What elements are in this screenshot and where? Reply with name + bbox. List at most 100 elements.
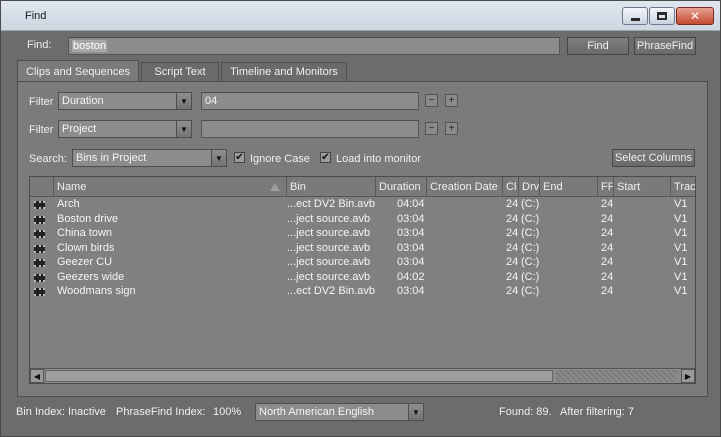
found-count: Found: 89. — [499, 406, 552, 418]
clip-icon — [34, 244, 45, 253]
table-row[interactable]: Boston drive ...ject source.avb 03:04 24… — [30, 212, 695, 228]
results-table: Name Bin Duration Creation Date Cl Drv E… — [29, 176, 696, 384]
chevron-down-icon: ▼ — [176, 93, 191, 109]
column-header-icon[interactable] — [30, 177, 54, 197]
tab-timeline-and-monitors[interactable]: Timeline and Monitors — [221, 62, 347, 81]
search-scope-value: Bins in Project — [76, 152, 147, 164]
table-row[interactable]: China town ...ject source.avb 03:04 24 (… — [30, 227, 695, 242]
column-header-track[interactable]: Trac — [671, 177, 695, 197]
table-row[interactable]: Clown birds ...ject source.avb 03:04 24 … — [30, 241, 695, 257]
filter-add-button-2[interactable]: + — [445, 122, 458, 135]
cell-track: V1 — [674, 212, 688, 225]
find-input-value: boston — [72, 40, 108, 52]
scrollbar-thumb[interactable] — [45, 370, 553, 382]
cell-ff: 24 — [601, 285, 614, 297]
table-row[interactable]: Geezers wide ...ject source.avb 04:02 24… — [30, 270, 695, 286]
cell-name: Geezer CU — [57, 256, 113, 268]
column-header-cl[interactable]: Cl — [503, 177, 519, 197]
cell-bin: ...ect DV2 Bin.avb — [287, 198, 376, 210]
clip-icon — [34, 259, 45, 267]
cell-track: V1 — [674, 270, 688, 283]
find-label: Find: — [27, 39, 52, 51]
tab-clips-and-sequences[interactable]: Clips and Sequences — [17, 60, 139, 82]
table-row[interactable]: Woodmans sign ...ect DV2 Bin.avb 03:04 2… — [30, 285, 695, 300]
minimize-button[interactable] — [622, 7, 648, 25]
minimize-icon — [630, 17, 640, 21]
column-header-end[interactable]: End — [540, 177, 598, 197]
cell-cl: 24 — [506, 212, 519, 225]
cell-name: China town — [57, 227, 113, 239]
scroll-left-icon[interactable]: ◀ — [30, 369, 44, 383]
chevron-down-icon: ▼ — [176, 121, 191, 137]
scroll-right-icon[interactable]: ▶ — [681, 369, 695, 383]
tab-script-text[interactable]: Script Text — [141, 62, 219, 81]
close-button[interactable]: ✕ — [676, 7, 714, 25]
filter-field-value-2: Project — [62, 123, 97, 135]
ignore-case-checkbox[interactable]: ✔ — [234, 152, 245, 163]
phrasefind-index-percent: 100% — [213, 406, 242, 418]
window-title: Find — [25, 10, 47, 22]
column-header-name-label: Name — [57, 181, 87, 193]
clip-icon — [34, 201, 45, 209]
column-header-ff[interactable]: FF — [598, 177, 614, 197]
language-value: North American English — [259, 406, 374, 418]
cell-duration: 03:04 — [397, 256, 425, 268]
filter-field-select-1[interactable]: Duration ▼ — [58, 92, 192, 110]
cell-track: V1 — [674, 227, 688, 239]
title-bar: Find ✕ — [1, 1, 720, 31]
cell-ff: 24 — [601, 198, 614, 210]
column-header-creation-date[interactable]: Creation Date — [427, 177, 503, 197]
cell-cl: 24 — [506, 241, 519, 254]
cell-duration: 03:04 — [397, 285, 425, 297]
cell-bin: ...ject source.avb — [287, 241, 371, 254]
column-header-start[interactable]: Start — [614, 177, 671, 197]
cell-drive: (C:) — [521, 285, 540, 297]
window-controls: ✕ — [621, 7, 714, 25]
cell-name: Arch — [57, 198, 80, 210]
cell-drive: (C:) — [521, 227, 540, 239]
close-icon: ✕ — [689, 9, 701, 23]
cell-track: V1 — [674, 285, 688, 297]
filter-value-input-2[interactable] — [201, 120, 419, 138]
maximize-icon — [657, 12, 667, 20]
filter-add-button-1[interactable]: + — [445, 94, 458, 107]
table-row[interactable]: Geezer CU ...ject source.avb 03:04 24 (C… — [30, 256, 695, 271]
cell-ff: 24 — [601, 256, 614, 268]
find-window: Find ✕ Find: boston Find PhraseFind Clip… — [0, 0, 721, 437]
column-header-drive[interactable]: Drv — [519, 177, 540, 197]
cell-duration: 03:04 — [397, 241, 425, 254]
find-input[interactable]: boston — [68, 37, 560, 55]
after-filtering-count: After filtering: 7 — [560, 406, 634, 418]
load-into-monitor-label: Load into monitor — [336, 153, 421, 165]
search-label: Search: — [29, 153, 67, 165]
find-button[interactable]: Find — [567, 37, 629, 55]
chevron-down-icon: ▼ — [408, 404, 423, 420]
cell-cl: 24 — [506, 198, 519, 210]
cell-name: Boston drive — [57, 212, 119, 225]
select-columns-button[interactable]: Select Columns — [612, 149, 695, 167]
language-select[interactable]: North American English ▼ — [255, 403, 424, 421]
column-header-duration[interactable]: Duration — [376, 177, 427, 197]
table-header: Name Bin Duration Creation Date Cl Drv E… — [30, 177, 695, 197]
search-scope-select[interactable]: Bins in Project ▼ — [72, 149, 227, 167]
cell-ff: 24 — [601, 241, 614, 254]
cell-drive: (C:) — [521, 212, 540, 225]
load-into-monitor-checkbox[interactable]: ✔ — [320, 152, 331, 163]
cell-drive: (C:) — [521, 256, 540, 268]
cell-cl: 24 — [506, 285, 519, 297]
column-header-bin[interactable]: Bin — [287, 177, 376, 197]
filter-remove-button-2[interactable]: − — [425, 122, 438, 135]
column-header-name[interactable]: Name — [54, 177, 287, 197]
cell-track: V1 — [674, 241, 688, 254]
maximize-button[interactable] — [649, 7, 675, 25]
filter-value-input-1[interactable]: 04 — [201, 92, 419, 110]
horizontal-scrollbar[interactable]: ◀ ▶ — [30, 368, 695, 383]
phrasefind-button[interactable]: PhraseFind — [634, 37, 696, 55]
phrasefind-index-label: PhraseFind Index: — [116, 406, 206, 418]
filter-remove-button-1[interactable]: − — [425, 94, 438, 107]
table-row[interactable]: Arch ...ect DV2 Bin.avb 04:04 24 (C:) 24… — [30, 198, 695, 213]
filter-field-select-2[interactable]: Project ▼ — [58, 120, 192, 138]
cell-bin: ...ject source.avb — [287, 227, 371, 239]
scrollbar-track — [556, 370, 676, 382]
cell-drive: (C:) — [521, 198, 540, 210]
